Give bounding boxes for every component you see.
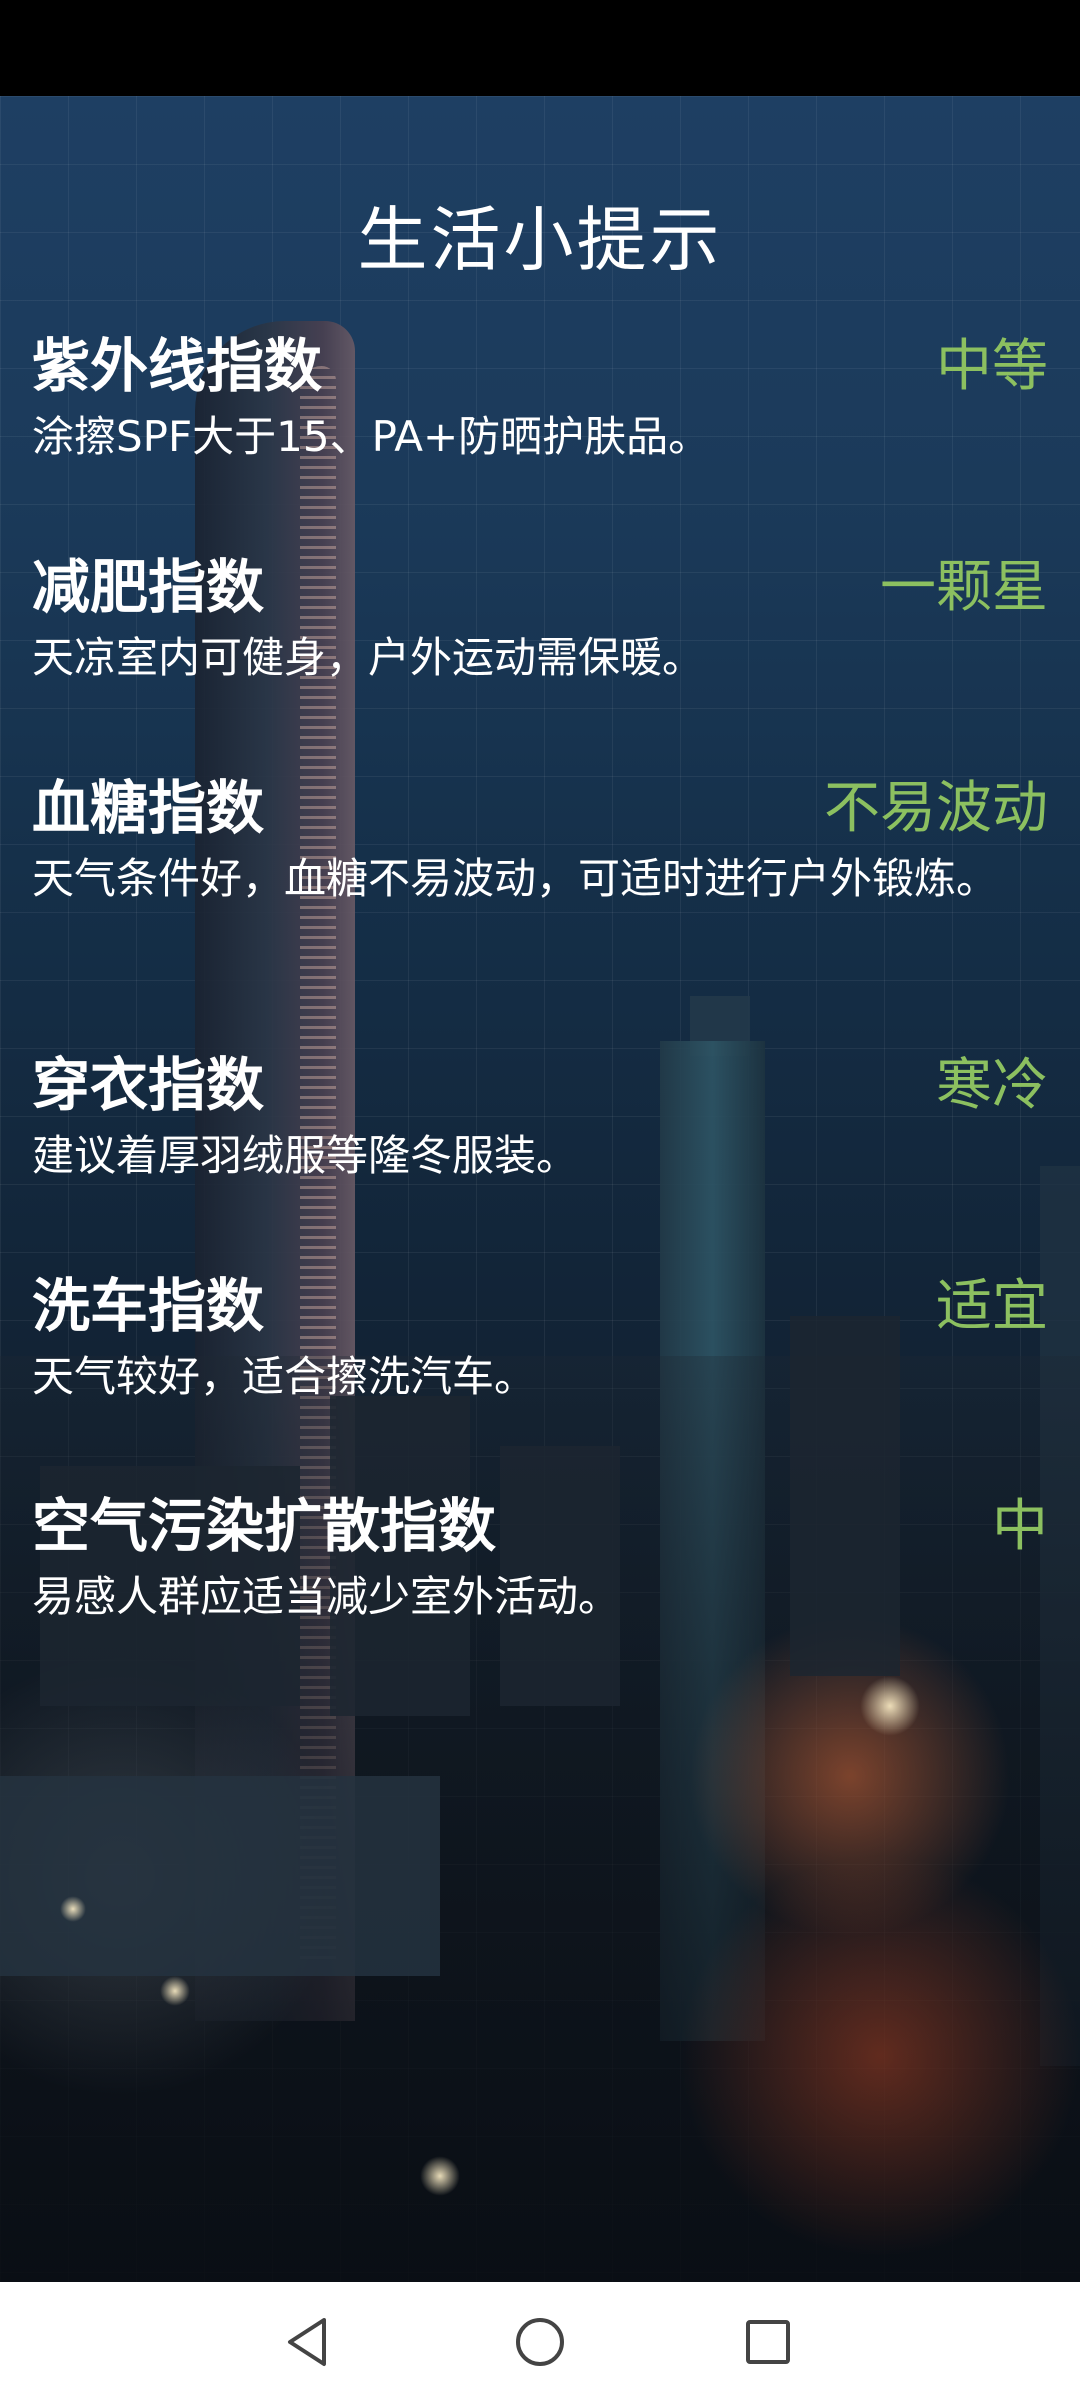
navigation-bar xyxy=(0,2282,1080,2400)
tip-item-diet: 减肥指数 一颗星 天凉室内可健身，户外运动需保暖。 xyxy=(32,542,1048,684)
circle-home-icon xyxy=(516,2318,564,2366)
tip-name: 穿衣指数 xyxy=(32,1051,265,1119)
home-button[interactable] xyxy=(502,2304,578,2380)
tip-item-uv: 紫外线指数 中等 涂擦SPF大于15、PA+防晒护肤品。 xyxy=(32,321,1048,463)
tip-name: 血糖指数 xyxy=(32,774,265,842)
background-light xyxy=(160,1976,190,2006)
tip-level: 中 xyxy=(992,1493,1048,1559)
tip-item-car-wash: 洗车指数 适宜 天气较好，适合擦洗汽车。 xyxy=(32,1261,1048,1403)
tip-level: 一颗星 xyxy=(880,554,1048,620)
tip-name: 洗车指数 xyxy=(32,1272,265,1340)
tip-description: 天气较好，适合擦洗汽车。 xyxy=(32,1352,537,1401)
tip-item-clothing: 穿衣指数 寒冷 建议着厚羽绒服等隆冬服装。 xyxy=(32,1040,1048,1182)
triangle-back-icon xyxy=(288,2318,326,2366)
tip-item-blood-sugar: 血糖指数 不易波动 天气条件好，血糖不易波动，可适时进行户外锻炼。 xyxy=(32,763,1048,905)
life-tips-screen: 生活小提示 紫外线指数 中等 涂擦SPF大于15、PA+防晒护肤品。 减肥指数 … xyxy=(0,96,1080,2282)
background-building xyxy=(0,1776,440,1976)
tip-name: 紫外线指数 xyxy=(32,332,323,400)
tip-item-air-pollution: 空气污染扩散指数 中 易感人群应适当减少室外活动。 xyxy=(32,1481,1048,1623)
tip-level: 不易波动 xyxy=(824,775,1048,841)
tip-level: 寒冷 xyxy=(936,1052,1048,1118)
background-light xyxy=(60,1896,86,1922)
page-title: 生活小提示 xyxy=(357,199,723,281)
tip-description: 天气条件好，血糖不易波动，可适时进行户外锻炼。 xyxy=(32,854,999,903)
back-button[interactable] xyxy=(270,2304,346,2380)
tip-name: 空气污染扩散指数 xyxy=(32,1492,497,1560)
tip-level: 中等 xyxy=(936,333,1048,399)
recents-button[interactable] xyxy=(730,2304,806,2380)
tip-description: 涂擦SPF大于15、PA+防晒护肤品。 xyxy=(32,412,711,461)
tip-description: 天凉室内可健身，户外运动需保暖。 xyxy=(32,633,705,682)
tip-level: 适宜 xyxy=(936,1273,1048,1339)
background-light xyxy=(860,1676,920,1736)
tip-description: 建议着厚羽绒服等隆冬服装。 xyxy=(32,1131,579,1180)
tip-description: 易感人群应适当减少室外活动。 xyxy=(32,1572,621,1621)
status-bar xyxy=(0,0,1080,96)
tip-name: 减肥指数 xyxy=(32,553,265,621)
square-recents-icon xyxy=(746,2320,790,2364)
background-light xyxy=(420,2156,460,2196)
